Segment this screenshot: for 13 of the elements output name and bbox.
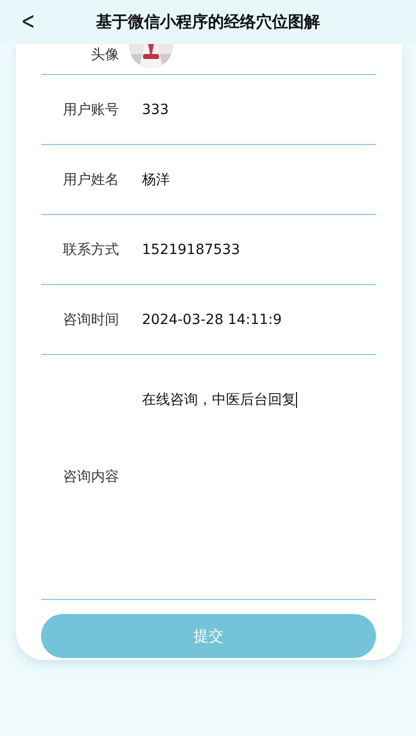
back-button[interactable]: < bbox=[18, 8, 38, 34]
input-field[interactable]: 杨洋 bbox=[142, 166, 376, 192]
field-label: 咨询时间 bbox=[62, 310, 119, 328]
input-field[interactable]: 333 bbox=[142, 98, 376, 122]
page-title: 基于微信小程序的经络穴位图解 bbox=[96, 12, 320, 32]
field-label: 用户账号 bbox=[62, 100, 119, 118]
text-area[interactable]: 在线咨询，中医后台回复 bbox=[142, 387, 376, 413]
input-field[interactable]: 15219187533 bbox=[142, 238, 376, 262]
field-label: 头像 bbox=[90, 46, 119, 65]
field-label: 联系方式 bbox=[62, 240, 119, 258]
field-label: 用户姓名 bbox=[62, 170, 119, 188]
field-label: 咨询内容 bbox=[62, 468, 119, 486]
input-field[interactable]: 2024-03-28 14:11:9 bbox=[142, 308, 376, 332]
